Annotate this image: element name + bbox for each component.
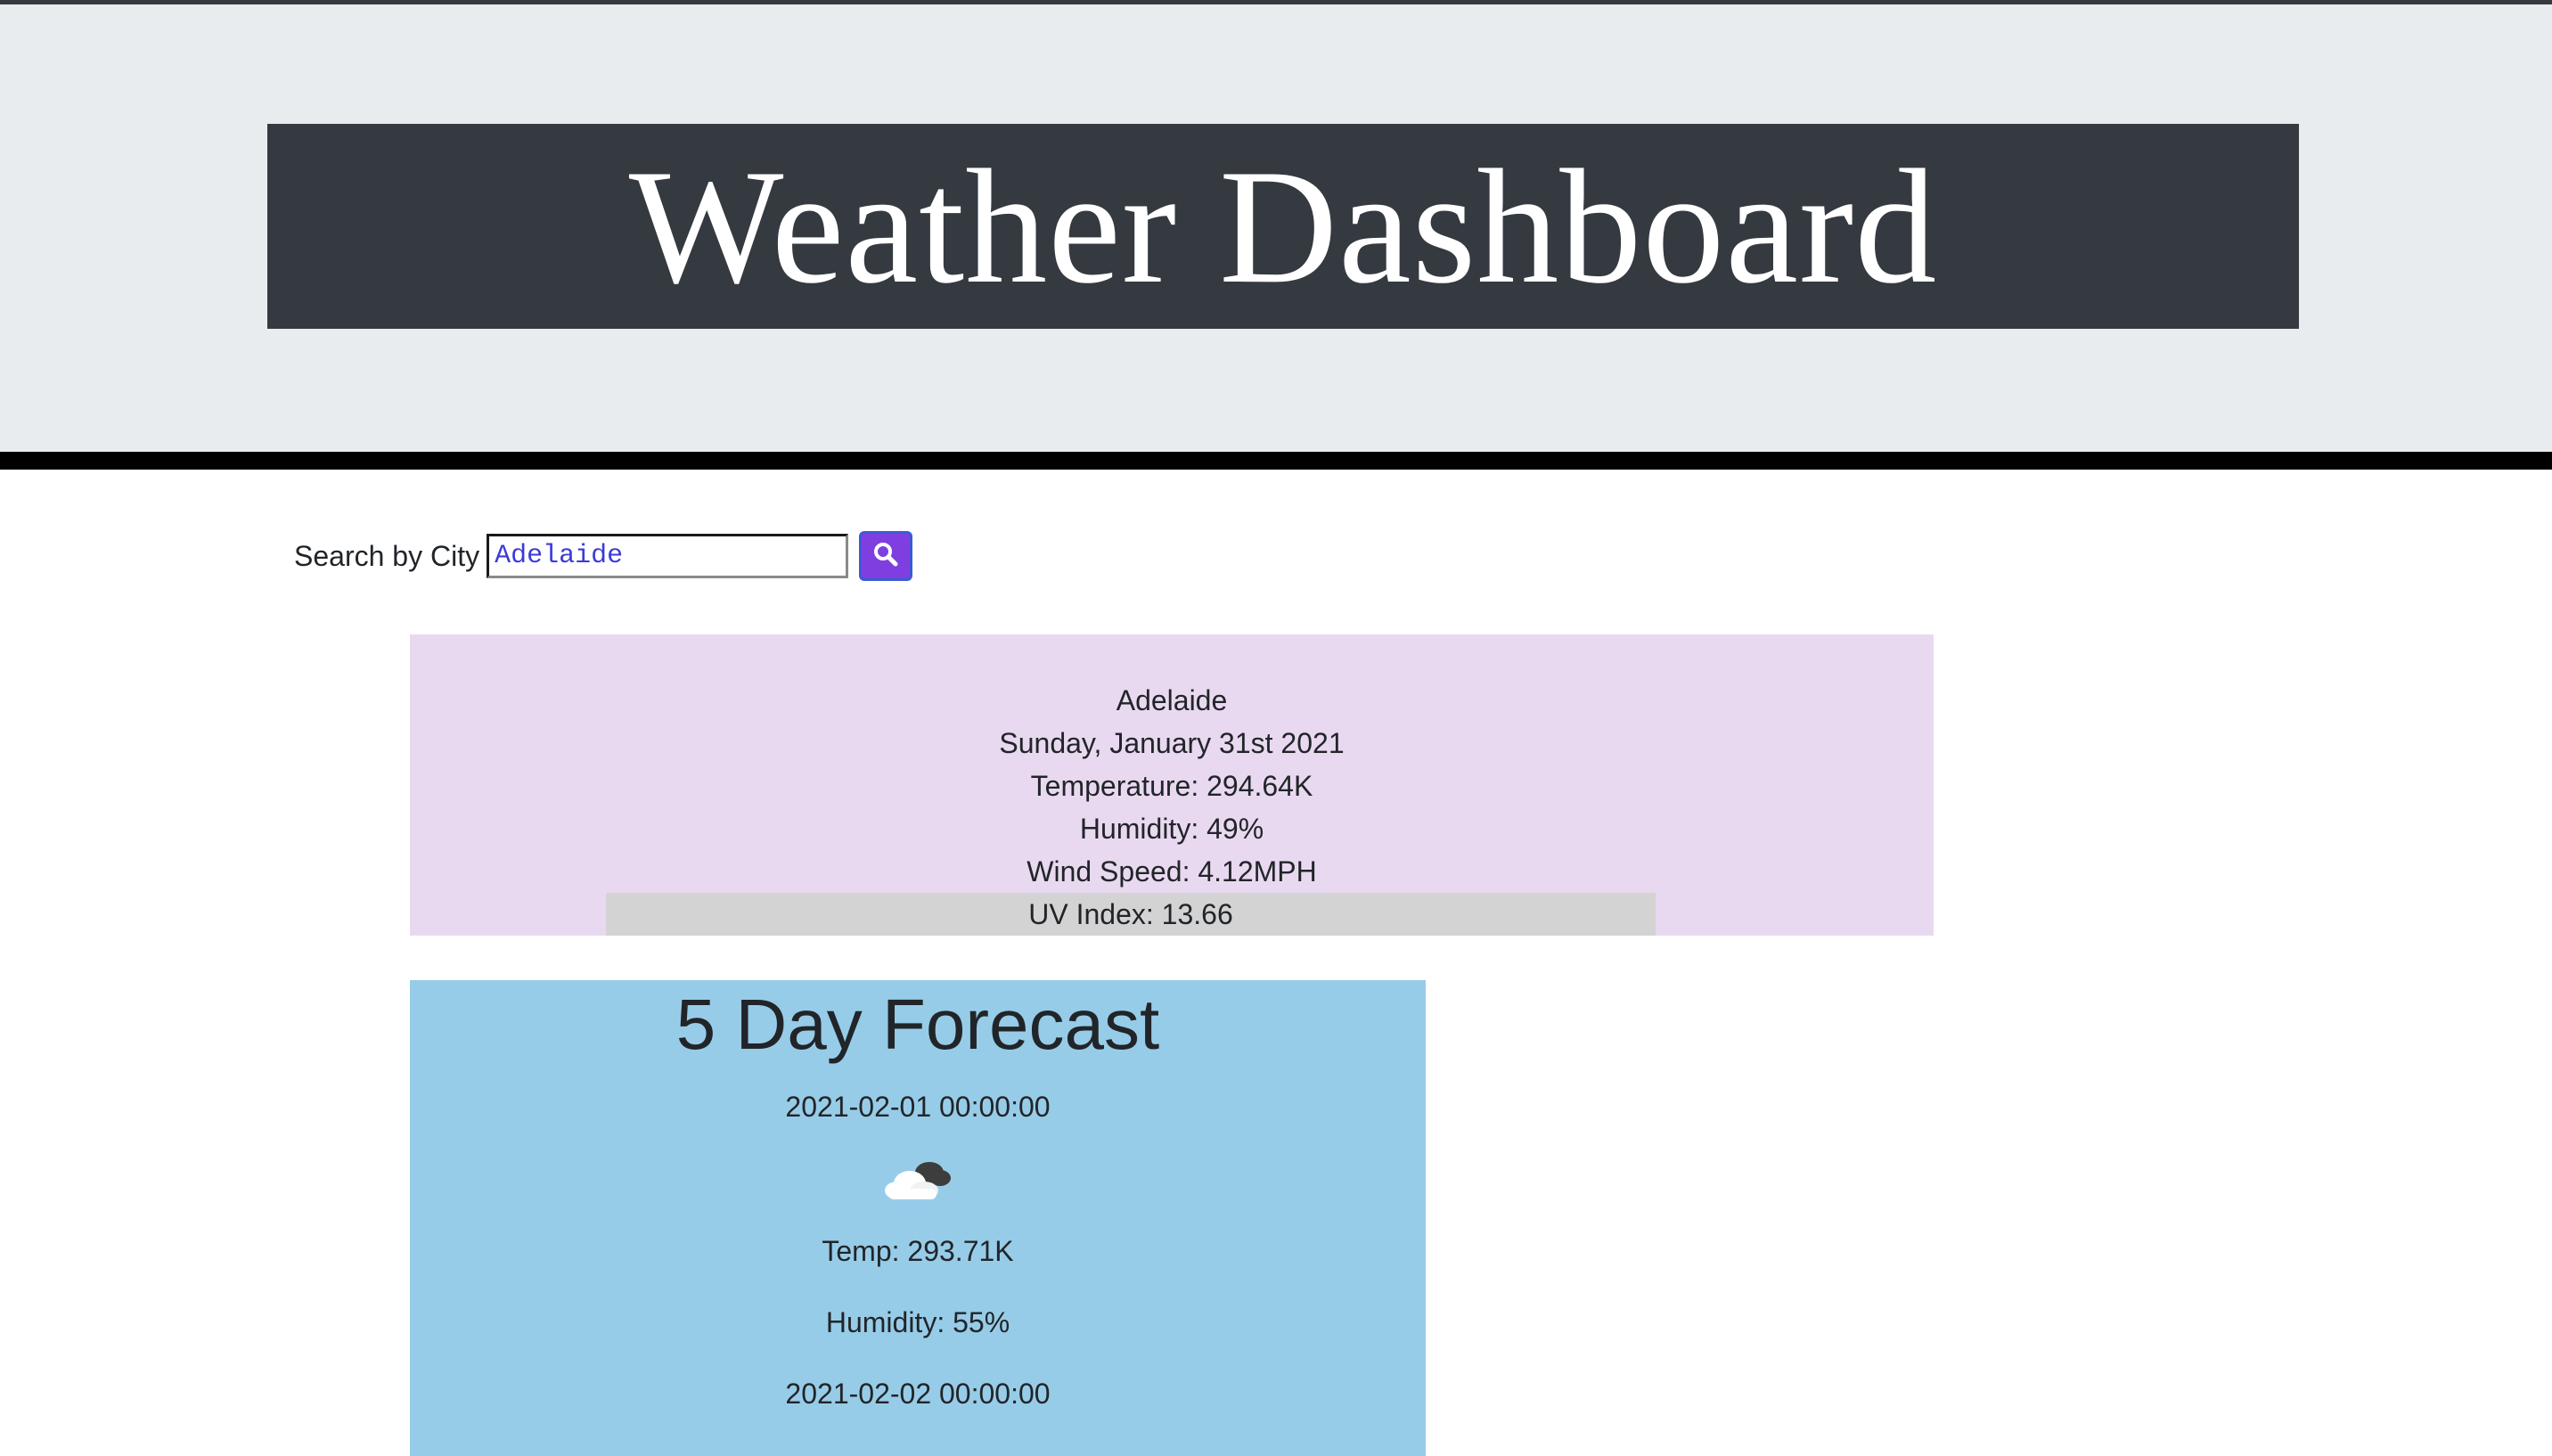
- forecast-card: 5 Day Forecast 2021-02-01 00:00:00 Temp:…: [410, 980, 1426, 1456]
- title-banner: Weather Dashboard: [267, 124, 2299, 329]
- search-form: Search by City: [294, 528, 913, 585]
- search-icon: [872, 541, 899, 572]
- current-humidity: Humidity: 49%: [1079, 813, 1264, 845]
- page-title: Weather Dashboard: [628, 135, 1938, 317]
- current-date: Sunday, January 31st 2021: [999, 727, 1345, 759]
- forecast-day-date: 2021-02-01 00:00:00: [785, 1091, 1051, 1123]
- header-jumbotron: Weather Dashboard: [0, 4, 2552, 452]
- forecast-day-temp: Temp: 293.71K: [822, 1235, 1014, 1267]
- forecast-heading: 5 Day Forecast: [675, 985, 1160, 1064]
- forecast-day-humidity: Humidity: 55%: [825, 1306, 1010, 1338]
- current-wind-speed: Wind Speed: 4.12MPH: [1027, 855, 1317, 888]
- current-weather-card: Adelaide Sunday, January 31st 2021 Tempe…: [410, 634, 1934, 936]
- search-button[interactable]: [859, 531, 913, 581]
- header-divider: [0, 452, 2552, 470]
- current-uv-index: UV Index: 13.66: [606, 893, 1656, 936]
- cloud-icon: [410, 1149, 1426, 1207]
- forecast-day-date: 2021-02-02 00:00:00: [785, 1378, 1051, 1410]
- city-search-input[interactable]: [487, 534, 849, 578]
- search-label: Search by City: [294, 539, 480, 572]
- current-temperature: Temperature: 294.64K: [1030, 770, 1313, 802]
- current-city: Adelaide: [1116, 684, 1228, 716]
